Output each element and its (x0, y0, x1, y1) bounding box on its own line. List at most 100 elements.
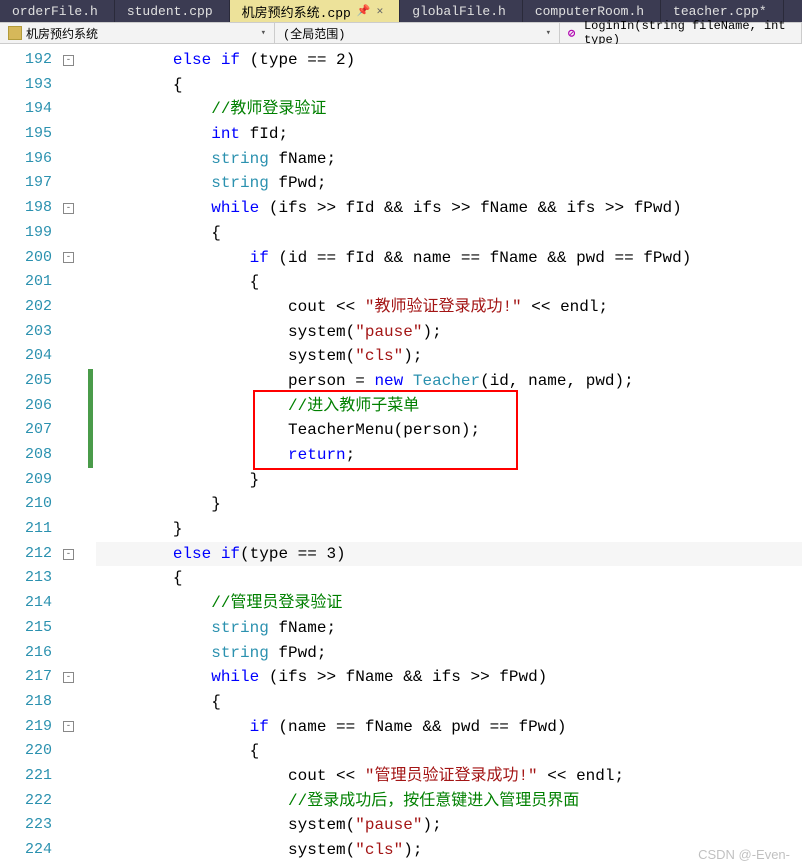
fold-toggle[interactable]: - (63, 203, 74, 214)
code-line[interactable]: //教师登录验证 (96, 97, 326, 122)
code-editor[interactable]: 1921931941951961971981992002012022032042… (0, 44, 802, 868)
line-number: 199 (0, 221, 52, 246)
code-line[interactable]: person = new Teacher(id, name, pwd); (96, 369, 634, 394)
line-number: 218 (0, 690, 52, 715)
code-line[interactable]: //进入教师子菜单 (96, 394, 419, 419)
tab-globalFileh[interactable]: globalFile.h (400, 0, 523, 22)
line-number: 196 (0, 147, 52, 172)
code-line[interactable]: { (96, 221, 221, 246)
context-file[interactable]: 机房预约系统 ▾ (0, 23, 275, 43)
line-number: 194 (0, 97, 52, 122)
code-line[interactable]: system("pause"); (96, 320, 442, 345)
fold-toggle[interactable]: - (63, 721, 74, 732)
line-number: 192 (0, 48, 52, 73)
line-number: 209 (0, 468, 52, 493)
line-number: 203 (0, 320, 52, 345)
line-number: 197 (0, 171, 52, 196)
change-mark (88, 369, 93, 468)
code-line[interactable]: system("pause"); (96, 813, 442, 838)
code-line[interactable]: cout << "管理员验证登录成功!" << endl; (96, 764, 624, 789)
tab-label: teacher.cpp* (673, 4, 767, 19)
context-file-label: 机房预约系统 (26, 25, 98, 42)
line-number: 224 (0, 838, 52, 863)
line-number: 221 (0, 764, 52, 789)
line-number: 210 (0, 492, 52, 517)
code-line[interactable]: string fName; (96, 147, 336, 172)
line-number-gutter: 1921931941951961971981992002012022032042… (0, 44, 60, 868)
code-line[interactable]: //登录成功后，按任意键进入管理员界面 (96, 789, 579, 814)
tab-label: 机房预约系统.cpp (242, 2, 351, 21)
code-line[interactable]: { (96, 690, 221, 715)
line-number: 195 (0, 122, 52, 147)
code-line[interactable]: //管理员登录验证 (96, 591, 342, 616)
line-number: 200 (0, 246, 52, 271)
code-line[interactable]: TeacherMenu(person); (96, 418, 480, 443)
code-line[interactable]: } (96, 468, 259, 493)
code-line[interactable]: return; (96, 443, 355, 468)
change-mark-gutter (88, 44, 96, 868)
chevron-down-icon[interactable]: ▾ (261, 28, 266, 38)
code-line[interactable]: } (96, 492, 221, 517)
tab-label: orderFile.h (12, 4, 98, 19)
line-number: 212 (0, 542, 52, 567)
tab-label: student.cpp (127, 4, 213, 19)
tab-label: globalFile.h (412, 4, 506, 19)
line-number: 216 (0, 641, 52, 666)
code-line[interactable]: cout << "教师验证登录成功!" << endl; (96, 295, 608, 320)
line-number: 217 (0, 665, 52, 690)
context-function[interactable]: ⊘ LoginIn(string fileName, int type) (560, 23, 802, 43)
pin-icon: 📌 (357, 4, 371, 18)
tab-orderFileh[interactable]: orderFile.h (0, 0, 115, 22)
tab-机房预约系统cpp[interactable]: 机房预约系统.cpp 📌 ✕ (230, 0, 401, 22)
code-line[interactable]: else if(type == 3) (96, 542, 346, 567)
line-number: 201 (0, 270, 52, 295)
chevron-down-icon[interactable]: ▾ (546, 28, 551, 38)
code-line[interactable]: int fId; (96, 122, 288, 147)
line-number: 215 (0, 616, 52, 641)
line-number: 208 (0, 443, 52, 468)
fold-toggle[interactable]: - (63, 55, 74, 66)
code-line[interactable]: if (id == fId && name == fName && pwd ==… (96, 246, 691, 271)
code-line[interactable]: if (name == fName && pwd == fPwd) (96, 715, 566, 740)
fold-toggle[interactable]: - (63, 252, 74, 263)
code-line[interactable]: { (96, 739, 259, 764)
code-line[interactable]: system("cls"); (96, 344, 422, 369)
code-line[interactable]: else if (type == 2) (96, 48, 355, 73)
fold-gutter[interactable]: - - - - - - (60, 44, 88, 868)
line-number: 204 (0, 344, 52, 369)
context-function-label: LoginIn(string fileName, int type) (584, 19, 793, 47)
code-line[interactable]: { (96, 270, 259, 295)
line-number: 213 (0, 566, 52, 591)
line-number: 219 (0, 715, 52, 740)
tab-studentcpp[interactable]: student.cpp (115, 0, 230, 22)
close-icon[interactable]: ✕ (377, 4, 384, 18)
fold-toggle[interactable]: - (63, 549, 74, 560)
tab-label: computerRoom.h (535, 4, 644, 19)
line-number: 193 (0, 73, 52, 98)
line-number: 198 (0, 196, 52, 221)
code-line[interactable]: while (ifs >> fId && ifs >> fName && ifs… (96, 196, 682, 221)
watermark: CSDN @-Even- (698, 847, 790, 862)
fold-toggle[interactable]: - (63, 672, 74, 683)
line-number: 214 (0, 591, 52, 616)
line-number: 223 (0, 813, 52, 838)
context-scope-label: (全局范围) (283, 25, 345, 42)
line-number: 211 (0, 517, 52, 542)
line-number: 207 (0, 418, 52, 443)
code-line[interactable]: string fPwd; (96, 171, 326, 196)
line-number: 205 (0, 369, 52, 394)
code-line[interactable]: while (ifs >> fName && ifs >> fPwd) (96, 665, 547, 690)
line-number: 220 (0, 739, 52, 764)
function-icon: ⊘ (568, 26, 580, 40)
code-line[interactable]: string fPwd; (96, 641, 326, 666)
code-area[interactable]: else if (type == 2) { //教师登录验证 int fId; … (96, 44, 802, 868)
code-line[interactable]: string fName; (96, 616, 336, 641)
code-line[interactable]: } (96, 517, 182, 542)
line-number: 222 (0, 789, 52, 814)
code-line[interactable]: { (96, 73, 182, 98)
context-scope[interactable]: (全局范围) ▾ (275, 23, 560, 43)
code-line[interactable]: { (96, 566, 182, 591)
context-bar: 机房预约系统 ▾ (全局范围) ▾ ⊘ LoginIn(string fileN… (0, 22, 802, 44)
file-icon (8, 26, 22, 40)
code-line[interactable]: system("cls"); (96, 838, 422, 863)
